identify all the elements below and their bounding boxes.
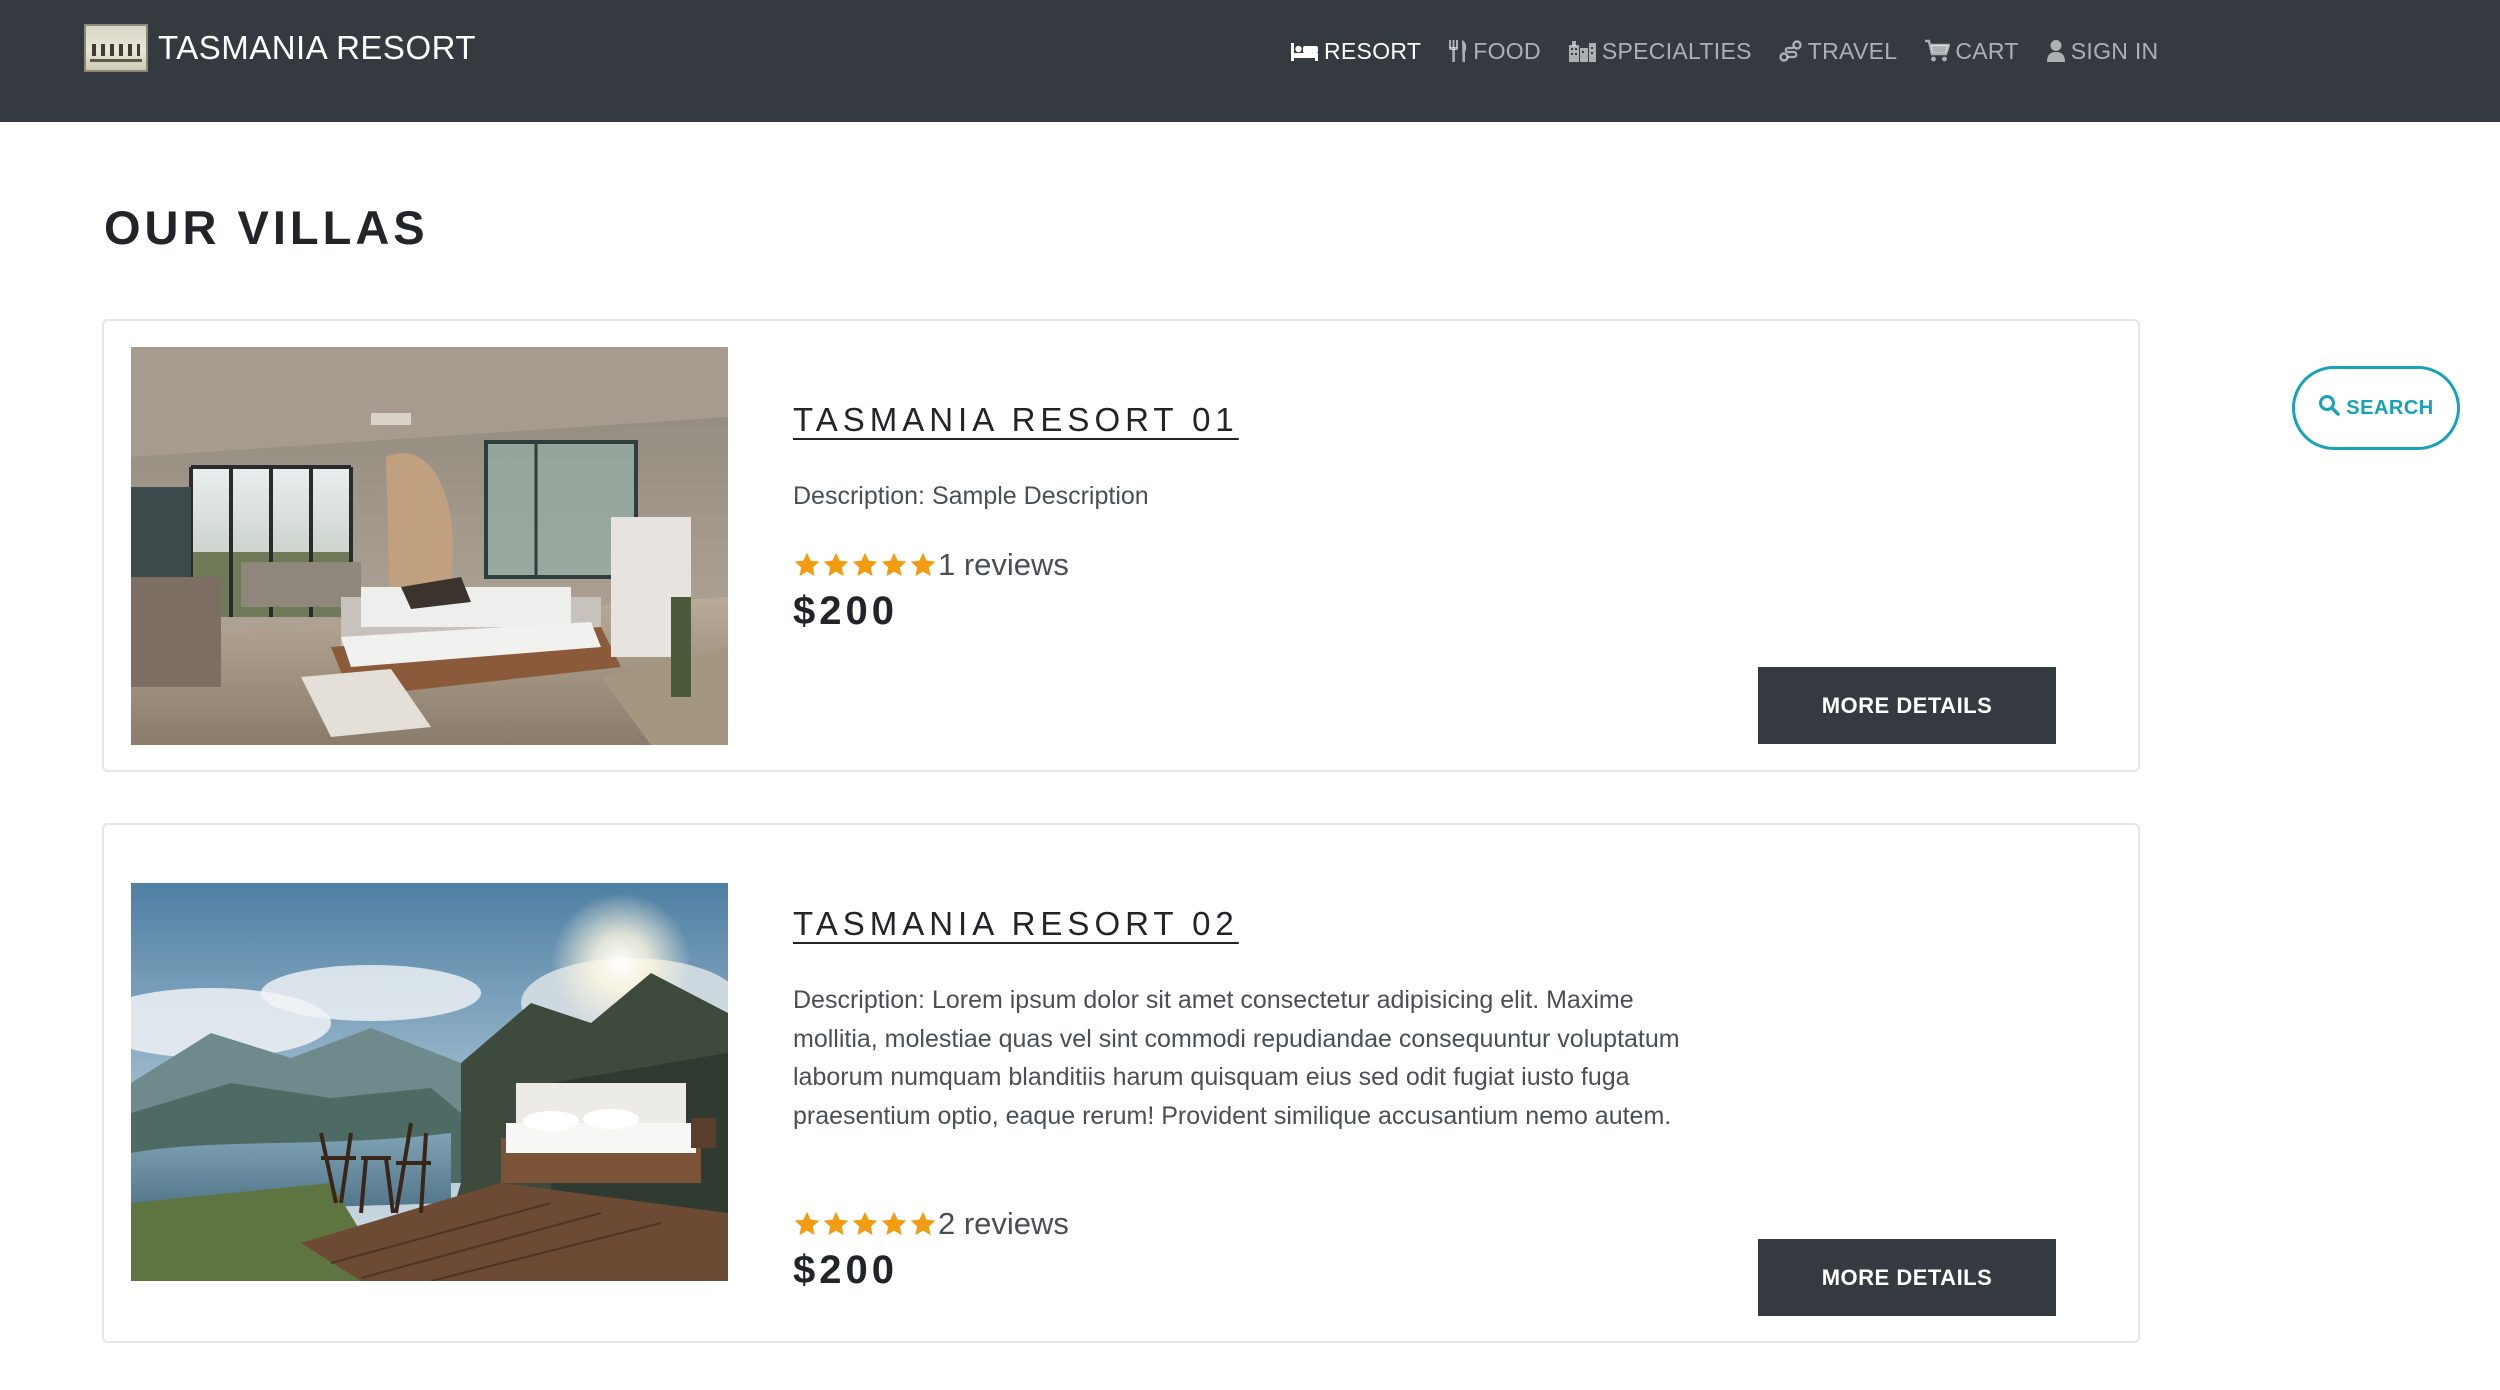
villa-description: Description: Lorem ipsum dolor sit amet … bbox=[793, 986, 1680, 1130]
cart-icon bbox=[1924, 39, 1951, 63]
star-icon bbox=[909, 1210, 937, 1238]
nav-item-travel[interactable]: TRAVEL bbox=[1779, 38, 1898, 65]
main-nav: RESORT FOOD SPECIALTIES TRAVEL CART SIGN… bbox=[1290, 34, 2158, 68]
villa-description: Description: Sample Description bbox=[793, 482, 1149, 510]
nav-item-sign-in[interactable]: SIGN IN bbox=[2046, 38, 2159, 65]
page-title: OUR VILLAS bbox=[104, 201, 429, 254]
villa-image[interactable] bbox=[131, 883, 728, 1281]
nav-label: CART bbox=[1955, 37, 2019, 64]
brand-logo bbox=[84, 24, 148, 72]
nav-label: TRAVEL bbox=[1807, 37, 1898, 64]
villa-image[interactable] bbox=[131, 347, 728, 745]
villa-price: $200 bbox=[793, 589, 898, 633]
search-label: SEARCH bbox=[2346, 396, 2434, 419]
search-icon bbox=[2318, 394, 2340, 422]
villa-card: TASMANIA RESORT 01 Description: Sample D… bbox=[102, 319, 2140, 772]
star-icon bbox=[793, 551, 821, 579]
nav-item-specialties[interactable]: SPECIALTIES bbox=[1568, 38, 1752, 65]
nav-label: RESORT bbox=[1324, 37, 1422, 64]
more-details-button[interactable]: MORE DETAILS bbox=[1758, 1239, 2056, 1316]
city-icon bbox=[1568, 39, 1597, 63]
navbar: TASMANIA RESORT RESORT FOOD SPECIALTIES … bbox=[0, 0, 2500, 122]
star-rating bbox=[793, 551, 937, 579]
brand-name: TASMANIA RESORT bbox=[158, 29, 477, 66]
more-details-button[interactable]: MORE DETAILS bbox=[1758, 667, 2056, 744]
nav-label: FOOD bbox=[1473, 37, 1541, 64]
rating: 2 reviews bbox=[793, 1204, 1069, 1244]
nav-item-food[interactable]: FOOD bbox=[1448, 38, 1541, 65]
star-icon bbox=[793, 1210, 821, 1238]
star-icon bbox=[822, 1210, 850, 1238]
review-count: 2 reviews bbox=[938, 1206, 1069, 1241]
review-count: 1 reviews bbox=[938, 547, 1069, 582]
star-rating bbox=[793, 1210, 937, 1238]
utensils-icon bbox=[1448, 39, 1468, 63]
star-icon bbox=[822, 551, 850, 579]
villa-card: TASMANIA RESORT 02 Description: Lorem ip… bbox=[102, 823, 2140, 1343]
villa-title[interactable]: TASMANIA RESORT 01 bbox=[793, 401, 1239, 439]
route-icon bbox=[1779, 39, 1803, 63]
star-icon bbox=[880, 1210, 908, 1238]
user-icon bbox=[2046, 39, 2066, 63]
brand-link[interactable]: TASMANIA RESORT bbox=[84, 24, 476, 72]
nav-item-cart[interactable]: CART bbox=[1924, 38, 2018, 65]
villa-title[interactable]: TASMANIA RESORT 02 bbox=[793, 905, 1239, 943]
villa-price: $200 bbox=[793, 1248, 898, 1292]
bed-icon bbox=[1290, 40, 1319, 62]
star-icon bbox=[851, 1210, 879, 1238]
star-icon bbox=[909, 551, 937, 579]
nav-item-resort[interactable]: RESORT bbox=[1290, 38, 1421, 65]
star-icon bbox=[851, 551, 879, 579]
nav-label: SIGN IN bbox=[2070, 37, 2159, 64]
search-button[interactable]: SEARCH bbox=[2292, 366, 2460, 450]
rating: 1 reviews bbox=[793, 545, 1069, 585]
star-icon bbox=[880, 551, 908, 579]
nav-label: SPECIALTIES bbox=[1601, 37, 1752, 64]
